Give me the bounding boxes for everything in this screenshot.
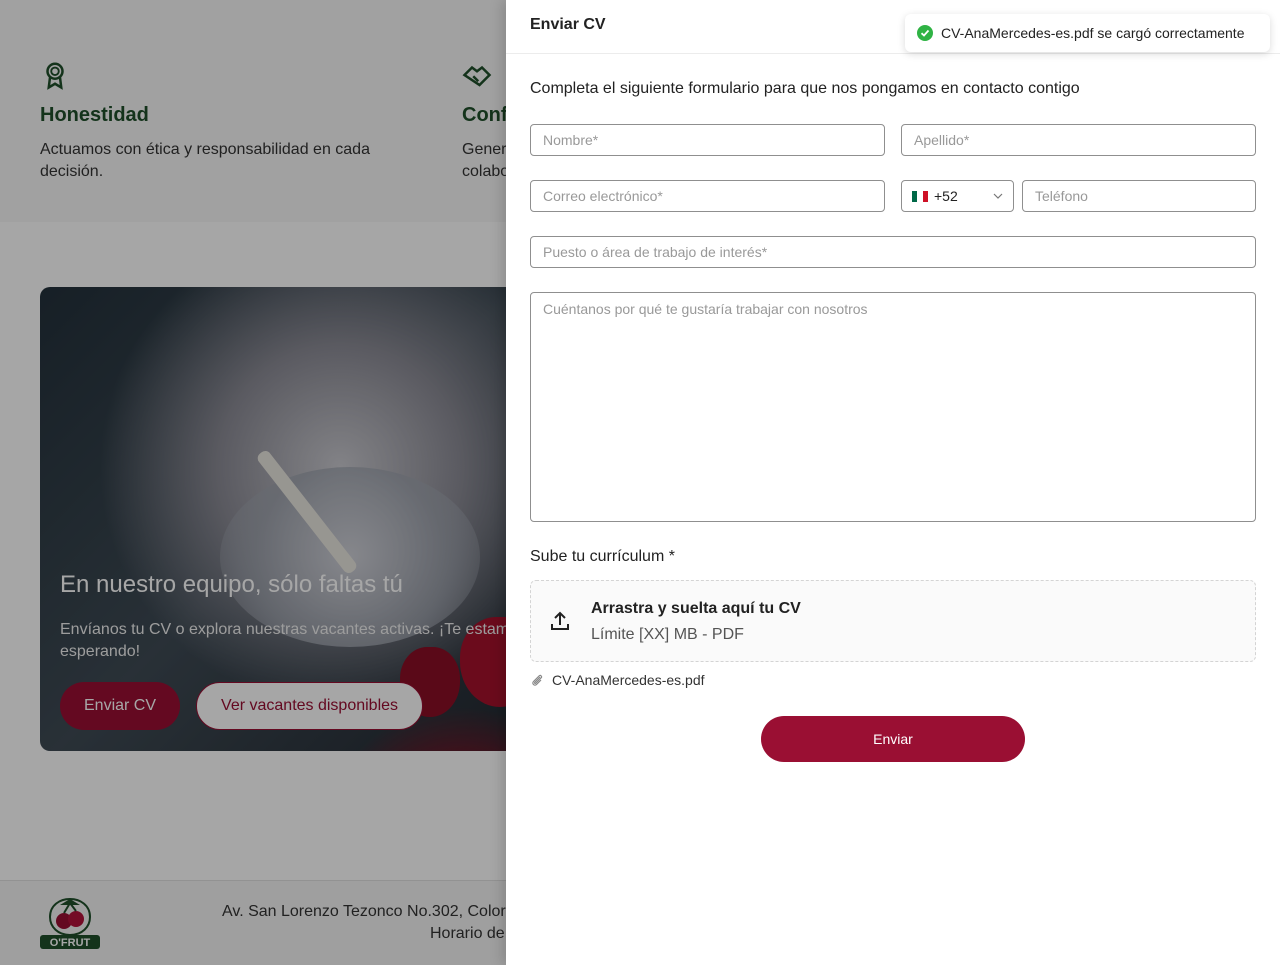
upload-label: Sube tu currículum * bbox=[530, 548, 675, 565]
upload-icon bbox=[551, 611, 569, 630]
paperclip-icon bbox=[532, 674, 543, 686]
upload-success-toast: CV-AnaMercedes-es.pdf se cargó correctam… bbox=[905, 14, 1270, 52]
check-circle-icon bbox=[917, 25, 933, 41]
email-input[interactable]: Correo electrónico* bbox=[530, 180, 885, 212]
send-cv-drawer: Enviar CV Completa el siguiente formular… bbox=[506, 0, 1280, 965]
toast-message: CV-AnaMercedes-es.pdf se cargó correctam… bbox=[941, 25, 1245, 41]
dropzone-subtitle: Límite [XX] MB - PDF bbox=[591, 626, 744, 643]
dropzone-title: Arrastra y suelta aquí tu CV bbox=[591, 600, 801, 617]
message-textarea[interactable]: Cuéntanos por qué te gustaría trabajar c… bbox=[530, 292, 1256, 522]
uploaded-file[interactable]: CV-AnaMercedes-es.pdf bbox=[530, 672, 705, 688]
phone-input[interactable]: Teléfono bbox=[1022, 180, 1256, 212]
mexico-flag-icon bbox=[912, 190, 928, 202]
file-name: CV-AnaMercedes-es.pdf bbox=[552, 672, 705, 688]
form-intro: Completa el siguiente formulario para qu… bbox=[530, 80, 1080, 97]
position-input[interactable]: Puesto o área de trabajo de interés* bbox=[530, 236, 1256, 268]
last-name-input[interactable]: Apellido* bbox=[901, 124, 1256, 156]
country-code-select[interactable]: +52 bbox=[901, 180, 1014, 212]
chevron-down-icon bbox=[993, 193, 1003, 199]
first-name-input[interactable]: Nombre* bbox=[530, 124, 885, 156]
submit-button[interactable]: Enviar bbox=[761, 716, 1025, 762]
cv-dropzone[interactable]: Arrastra y suelta aquí tu CV Límite [XX]… bbox=[530, 580, 1256, 662]
country-code-value: +52 bbox=[934, 188, 958, 204]
